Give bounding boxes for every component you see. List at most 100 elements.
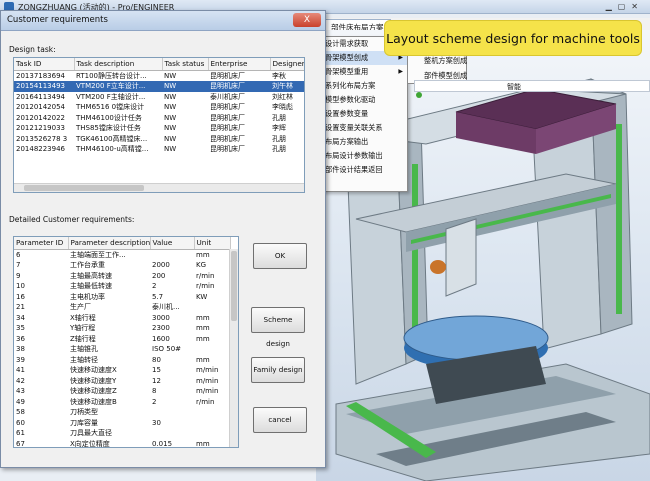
table-cell: 2013526278 3 (16, 134, 68, 143)
parameter-table[interactable]: Parameter ID Parameter description Value… (13, 236, 239, 448)
table-row[interactable]: 67 X向定位精度 0.015 mm (14, 439, 230, 448)
table-cell: r/min (196, 282, 215, 290)
table-row[interactable]: 49 快速移动速度B 2 r/min (14, 397, 230, 408)
col-unit[interactable]: Unit (194, 237, 231, 250)
table-row[interactable]: 35 Y轴行程 2300 mm (14, 323, 230, 334)
menu-item[interactable]: 骨架模型重用 ▶ (321, 65, 407, 79)
table-cell: KW (196, 292, 208, 301)
table-row[interactable]: 36 Z轴行程 1600 mm (14, 334, 230, 345)
table-cell (150, 428, 194, 439)
table-cell (150, 249, 194, 260)
detail-requirements-label: Detailed Customer requirements: (9, 215, 135, 224)
table-cell: Y轴行程 (70, 324, 96, 332)
table-cell: NW (164, 124, 177, 132)
table-cell: 快速移动速度Z (70, 387, 117, 395)
table-cell: 34 (16, 313, 25, 322)
col-designer[interactable]: Designer (270, 58, 304, 71)
table-cell: 生产厂 (70, 303, 91, 311)
table-cell: TGK46100高精镗床... (76, 134, 148, 143)
table-cell: 刀柄类型 (70, 408, 98, 416)
table-row[interactable]: 34 X轴行程 3000 mm (14, 313, 230, 324)
table-cell: m/min (196, 387, 219, 395)
menu-item[interactable]: 系列化布局方案 (321, 79, 407, 93)
command-input[interactable]: 智能 (414, 80, 650, 92)
design-task-label: Design task: (9, 45, 56, 54)
command-input-value: 智能 (507, 83, 521, 91)
table-cell: 2000 (152, 261, 170, 269)
table-row[interactable]: 2013526278 3 TGK46100高精镗床... NW 昆明机床厂 孔朋 (14, 134, 304, 145)
cancel-button[interactable]: cancel (253, 407, 307, 433)
table-row[interactable]: 20121219033 THS85镗床设计任务 NW 昆明机床厂 李辉 (14, 123, 304, 134)
col-task-status[interactable]: Task status (162, 58, 209, 71)
table-cell: 58 (16, 408, 25, 416)
table-row[interactable]: 61 刀具最大直径 (14, 428, 230, 439)
table-cell: 10 (16, 282, 25, 290)
col-enterprise[interactable]: Enterprise (208, 58, 271, 71)
dialog-title: Customer requirements (7, 15, 108, 25)
table-row[interactable]: 10 主轴最低转速 2 r/min (14, 281, 230, 292)
col-parameter-description[interactable]: Parameter description (68, 237, 151, 250)
close-button[interactable]: X (293, 13, 321, 27)
table-cell: 80 (152, 355, 161, 364)
table-row[interactable]: 20154113493 VTM200 F立车设计... NW 昆明机床厂 刘午林 (14, 81, 304, 92)
table-cell: 42 (16, 376, 25, 385)
table-row[interactable]: 20164113494 VTM200 F主轴设计... NW 泰川机床厂 刘红林 (14, 92, 304, 103)
table-cell: 20164113494 (16, 92, 65, 101)
table-cell: THM6516 0镗床设计 (76, 103, 145, 111)
table-row[interactable]: 16 主电机功率 5.7 KW (14, 292, 230, 303)
table-row[interactable]: 21 生产厂 泰川机... (14, 302, 230, 313)
ok-button[interactable]: OK (253, 243, 307, 269)
scheme-design-button[interactable]: Scheme design (251, 307, 305, 348)
table-cell: 9 (16, 271, 21, 280)
table-cell: 泰川机床厂 (210, 92, 245, 101)
table-cell: THM46100设计任务 (76, 113, 142, 122)
table-cell: 6 (16, 250, 21, 259)
task-table[interactable]: Task ID Task description Task status Ent… (13, 57, 305, 193)
col-parameter-id[interactable]: Parameter ID (14, 237, 69, 250)
table-cell: 刀具最大直径 (70, 429, 112, 437)
menu-item[interactable]: 布局方案输出 (321, 135, 407, 149)
table-row[interactable]: 58 刀柄类型 (14, 407, 230, 418)
table-cell: m/min (196, 376, 219, 385)
table-cell: 主轴端面至工作... (70, 250, 126, 259)
table-row[interactable]: 20137183694 RT100静压转台设计... NW 昆明机床厂 李秋 (14, 70, 304, 81)
col-value[interactable]: Value (150, 237, 195, 250)
col-task-description[interactable]: Task description (74, 58, 163, 71)
task-table-hscroll[interactable] (14, 183, 304, 192)
family-design-button[interactable]: Family design (251, 357, 305, 383)
table-row[interactable]: 38 主轴锥孔 ISO 50# (14, 344, 230, 355)
table-cell: 昆明机床厂 (210, 71, 245, 80)
menu-item[interactable]: 布局设计参数输出 (321, 149, 407, 163)
window-controls[interactable]: ▁▢✕ (606, 2, 644, 11)
table-cell: 昆明机床厂 (210, 103, 245, 111)
table-cell: mm (196, 355, 210, 364)
table-cell: 孔朋 (272, 113, 286, 122)
table-row[interactable]: 43 快速移动速度Z 8 m/min (14, 386, 230, 397)
parameter-table-vscroll[interactable] (229, 249, 238, 447)
table-cell: 16 (16, 292, 25, 301)
table-cell: NW (164, 103, 177, 111)
table-cell: 20120142054 (16, 103, 65, 111)
menu-item[interactable]: 部件设计结果返回 (321, 163, 407, 177)
table-cell: RT100静压转台设计... (76, 71, 147, 80)
table-row[interactable]: 42 快速移动速度Y 12 m/min (14, 376, 230, 387)
table-row[interactable]: 7 工作台承重 2000 KG (14, 260, 230, 271)
spindle-head (445, 218, 477, 297)
table-row[interactable]: 6 主轴端面至工作... mm (14, 249, 230, 260)
table-cell: 49 (16, 397, 25, 406)
table-row[interactable]: 60 刀库容量 30 (14, 418, 230, 429)
table-row[interactable]: 9 主轴最高转速 200 r/min (14, 271, 230, 282)
table-row[interactable]: 20120142054 THM6516 0镗床设计 NW 昆明机床厂 李晓彪 (14, 102, 304, 113)
table-row[interactable]: 41 快速移动速度X 15 m/min (14, 365, 230, 376)
table-row[interactable]: 20120142022 THM46100设计任务 NW 昆明机床厂 孔朋 (14, 113, 304, 124)
table-cell: m/min (196, 366, 219, 374)
table-row[interactable]: 20148223946 THM46100-u高精镗... NW 昆明机床厂 孔朋 (14, 144, 304, 155)
table-cell: 21 (16, 303, 25, 311)
col-task-id[interactable]: Task ID (14, 58, 75, 71)
table-cell: 主电机功率 (70, 292, 105, 301)
menu-item[interactable]: 设置变量关联关系 (321, 121, 407, 135)
green-strip-2 (616, 124, 622, 314)
table-row[interactable]: 39 主轴转径 80 mm (14, 355, 230, 366)
menu-item[interactable]: 设置参数变量 (321, 107, 407, 121)
menu-item[interactable]: 模型参数化驱动 (321, 93, 407, 107)
